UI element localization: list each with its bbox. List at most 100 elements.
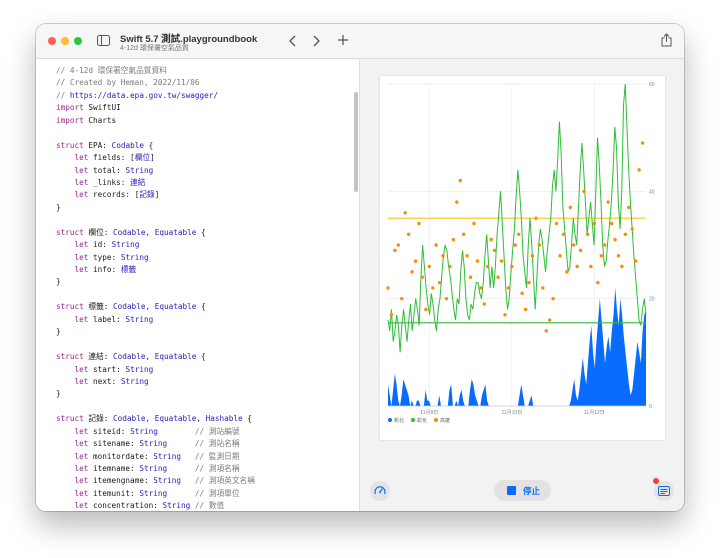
- code-line[interactable]: [56, 214, 255, 226]
- code-line[interactable]: [56, 401, 255, 413]
- code-line[interactable]: let monitordate: String // 監測日期: [56, 451, 255, 463]
- code-text[interactable]: // 4-12d 環保署空氣品質資料 // Created by Heman, 2…: [56, 65, 255, 511]
- code-line[interactable]: struct 欄位: Codable, Equatable {: [56, 227, 255, 239]
- code-editor[interactable]: // 4-12d 環保署空氣品質資料 // Created by Heman, 2…: [36, 59, 360, 511]
- code-token: {: [143, 140, 154, 150]
- scatter-point: [465, 254, 469, 258]
- code-line[interactable]: [56, 339, 255, 351]
- scatter-point: [482, 302, 487, 306]
- code-token: String: [120, 376, 149, 386]
- code-token: let: [56, 439, 89, 449]
- scatter-point: [441, 254, 445, 258]
- code-line[interactable]: let itemunit: String // 測項單位: [56, 488, 255, 500]
- code-line[interactable]: let start: String: [56, 364, 255, 376]
- code-line[interactable]: let fields: [欄位]: [56, 152, 255, 164]
- code-line[interactable]: }: [56, 388, 255, 400]
- scatter-point: [499, 259, 504, 263]
- chevron-left-icon[interactable]: [288, 35, 297, 47]
- code-line[interactable]: // https://data.epa.gov.tw/swagger/: [56, 90, 255, 102]
- code-line[interactable]: import SwiftUI: [56, 102, 255, 114]
- code-token: ]: [154, 190, 160, 200]
- code-token: // 監測日期: [180, 451, 240, 461]
- speedometer-button[interactable]: [370, 481, 390, 501]
- code-line[interactable]: let total: String: [56, 165, 255, 177]
- scatter-point: [640, 141, 645, 145]
- code-line[interactable]: // Created by Heman, 2022/11/06: [56, 77, 255, 89]
- code-token: String: [139, 488, 168, 498]
- live-view-panel: 0 20 40 60 11月8日 11月10日 11月12日 新北 彰化 高雄 停止: [360, 59, 684, 511]
- scatter-point: [472, 221, 476, 226]
- code-token: EPA:: [83, 140, 112, 150]
- scatter-point: [513, 243, 517, 247]
- code-token: concentration:: [88, 501, 163, 511]
- code-line[interactable]: let type: String: [56, 252, 255, 264]
- scatter-point: [496, 275, 500, 279]
- close-window-button[interactable]: [48, 37, 56, 45]
- code-line[interactable]: let info: 標籤: [56, 264, 255, 276]
- code-token: itemname:: [88, 464, 140, 473]
- scatter-point: [396, 243, 401, 247]
- code-token: sitename:: [88, 439, 140, 449]
- code-line[interactable]: // 4-12d 環保署空氣品質資料: [56, 65, 255, 77]
- sidebar-icon[interactable]: [97, 35, 110, 46]
- code-token: Equatable: [154, 352, 197, 362]
- code-token: let: [56, 488, 89, 498]
- scatter-point: [565, 270, 569, 274]
- window-subtitle: 4-12d 環保署空氣品質: [120, 45, 189, 52]
- code-line[interactable]: let itemengname: String // 測項英文名稱: [56, 475, 255, 487]
- code-token: }: [56, 277, 61, 287]
- code-line[interactable]: let concentration: String // 數值: [56, 500, 255, 511]
- scatter-point: [389, 313, 394, 317]
- code-token: // 測項單位: [167, 488, 240, 498]
- scatter-point: [492, 248, 497, 253]
- scatter-point: [393, 248, 397, 253]
- code-line[interactable]: let sitename: String // 測站名稱: [56, 438, 255, 450]
- code-line[interactable]: struct EPA: Codable {: [56, 140, 255, 152]
- code-line[interactable]: [56, 289, 255, 301]
- code-line[interactable]: let siteid: String // 測站編號: [56, 426, 255, 438]
- code-token: String: [153, 476, 181, 486]
- code-line[interactable]: let id: String: [56, 239, 255, 251]
- code-token: type:: [88, 252, 121, 262]
- code-line[interactable]: let records: [記錄]: [56, 189, 255, 201]
- code-line[interactable]: let itemname: String // 測項名稱: [56, 463, 255, 475]
- stop-label: 停止: [523, 486, 541, 496]
- code-line[interactable]: let next: String: [56, 376, 255, 388]
- scatter-point: [589, 264, 593, 269]
- code-token: }: [56, 389, 61, 399]
- code-line[interactable]: let label: String: [56, 314, 255, 326]
- chevron-right-icon[interactable]: [312, 35, 321, 47]
- code-token: let: [56, 314, 89, 324]
- console-button[interactable]: [653, 478, 674, 501]
- code-line[interactable]: struct 記錄: Codable, Equatable, Hashable …: [56, 413, 255, 425]
- notification-badge: [653, 478, 659, 484]
- code-token: struct: [56, 352, 84, 362]
- scatter-point: [544, 329, 548, 333]
- code-line[interactable]: struct 標籤: Codable, Equatable {: [56, 301, 255, 313]
- code-line[interactable]: let _links: 連結: [56, 177, 255, 189]
- scatter-point: [444, 296, 449, 301]
- code-token: Equatable: [154, 414, 197, 424]
- share-icon[interactable]: [661, 33, 672, 47]
- code-line[interactable]: struct 連結: Codable, Equatable {: [56, 351, 255, 363]
- code-token: String: [162, 501, 191, 511]
- code-token: struct: [56, 302, 84, 312]
- editor-scrollbar[interactable]: [354, 92, 358, 192]
- code-line[interactable]: }: [56, 276, 255, 288]
- code-token: String: [130, 426, 158, 436]
- scatter-point: [486, 264, 490, 269]
- plus-icon[interactable]: [337, 34, 349, 46]
- stop-button[interactable]: 停止: [494, 480, 551, 501]
- scatter-point: [578, 248, 583, 253]
- zoom-window-button[interactable]: [74, 37, 82, 45]
- minimize-window-button[interactable]: [61, 37, 69, 45]
- code-token: let: [56, 240, 89, 250]
- code-token: next:: [88, 376, 121, 386]
- playground-window: Swift 5.7 測試.playgroundbook 4-12d 環保署空氣品…: [36, 24, 684, 511]
- code-line[interactable]: }: [56, 202, 255, 214]
- code-line[interactable]: [56, 127, 255, 139]
- code-token: 記錄: [139, 190, 155, 200]
- code-token: ,: [145, 227, 155, 237]
- code-line[interactable]: }: [56, 326, 255, 338]
- code-line[interactable]: import Charts: [56, 115, 255, 127]
